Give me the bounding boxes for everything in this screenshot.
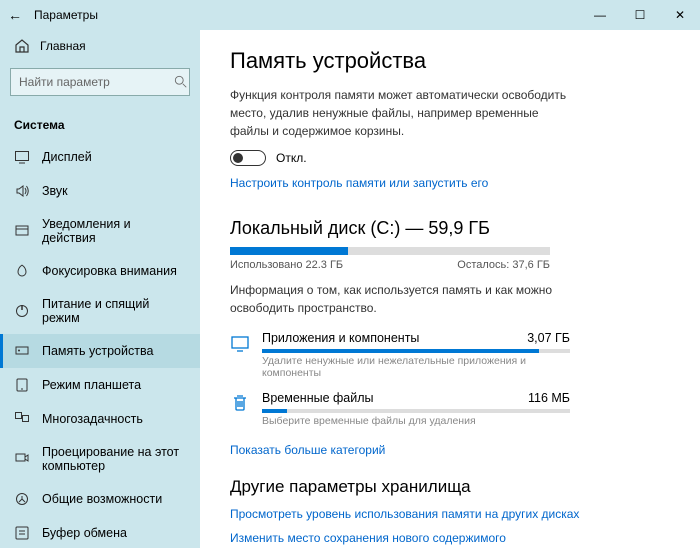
sidebar-item-9[interactable]: Общие возможности [0, 482, 200, 516]
nav-icon [14, 491, 30, 507]
search-input[interactable] [19, 75, 174, 89]
category-size: 116 МБ [528, 391, 570, 405]
disk-usage-bar [230, 247, 550, 255]
sidebar-item-0[interactable]: Дисплей [0, 140, 200, 174]
storage-sense-toggle[interactable] [230, 150, 266, 166]
home-icon [14, 38, 30, 54]
other-storage-title: Другие параметры хранилища [230, 477, 670, 497]
nav-label: Звук [42, 184, 68, 198]
configure-storage-sense-link[interactable]: Настроить контроль памяти или запустить … [230, 176, 670, 190]
storage-category[interactable]: Приложения и компоненты 3,07 ГБ Удалите не… [230, 331, 570, 389]
sidebar-item-10[interactable]: Буфер обмена [0, 516, 200, 548]
sidebar-item-5[interactable]: Память устройства [0, 334, 200, 368]
content: Память устройства Функция контроля памят… [200, 30, 700, 548]
category-bar [262, 349, 570, 353]
nav-label: Память устройства [42, 344, 153, 358]
back-button[interactable]: ← [0, 7, 30, 23]
nav-label: Многозадачность [42, 412, 143, 426]
category-icon [230, 333, 250, 353]
nav-label: Фокусировка внимания [42, 264, 177, 278]
section-header: Система [0, 106, 200, 140]
search-icon [174, 75, 188, 89]
maximize-button[interactable]: ☐ [620, 0, 660, 30]
sidebar-item-7[interactable]: Многозадачность [0, 402, 200, 436]
nav-label: Питание и спящий режим [42, 297, 186, 325]
nav-icon [14, 303, 30, 319]
category-name: Временные файлы [262, 391, 374, 405]
close-button[interactable]: ✕ [660, 0, 700, 30]
storage-category[interactable]: Временные файлы 116 МБ Выберите временные … [230, 391, 570, 437]
storage-sense-desc: Функция контроля памяти может автоматиче… [230, 86, 570, 140]
sidebar: Главная Система Дисплей Звук Уведомления и… [0, 30, 200, 548]
usage-info: Информация о том, как используется памят… [230, 281, 570, 317]
nav-label: Уведомления и действия [42, 217, 186, 245]
category-hint: Удалите ненужные или нежелательные прило… [262, 355, 570, 379]
disk-used-label: Использовано 22.3 ГБ [230, 259, 343, 271]
sidebar-item-8[interactable]: Проецирование на этот компьютер [0, 436, 200, 482]
sidebar-item-3[interactable]: Фокусировка внимания [0, 254, 200, 288]
nav-label: Буфер обмена [42, 526, 127, 540]
category-hint: Выберите временные файлы для удаления [262, 415, 570, 427]
nav-icon [14, 525, 30, 541]
nav-icon [14, 411, 30, 427]
nav-label: Дисплей [42, 150, 92, 164]
category-name: Приложения и компоненты [262, 331, 419, 345]
show-more-categories-link[interactable]: Показать больше категорий [230, 443, 670, 457]
home-link[interactable]: Главная [0, 30, 200, 62]
page-title: Память устройства [230, 48, 670, 74]
sidebar-item-4[interactable]: Питание и спящий режим [0, 288, 200, 334]
category-icon [230, 393, 250, 413]
sidebar-item-1[interactable]: Звук [0, 174, 200, 208]
toggle-label: Откл. [276, 151, 307, 165]
sidebar-item-2[interactable]: Уведомления и действия [0, 208, 200, 254]
nav-icon [14, 343, 30, 359]
nav-icon [14, 451, 30, 467]
nav-label: Режим планшета [42, 378, 141, 392]
title-bar: ← Параметры — ☐ ✕ [0, 0, 700, 30]
disk-remaining-label: Осталось: 37,6 ГБ [457, 259, 550, 271]
sidebar-item-6[interactable]: Режим планшета [0, 368, 200, 402]
nav-icon [14, 223, 30, 239]
nav-icon [14, 377, 30, 393]
nav-label: Проецирование на этот компьютер [42, 445, 186, 473]
nav-icon [14, 149, 30, 165]
other-storage-link-0[interactable]: Просмотреть уровень использования памяти… [230, 507, 670, 521]
home-label: Главная [40, 39, 86, 53]
nav-icon [14, 263, 30, 279]
search-box[interactable] [10, 68, 190, 96]
nav-icon [14, 183, 30, 199]
disk-title: Локальный диск (C:) — 59,9 ГБ [230, 218, 670, 239]
category-size: 3,07 ГБ [527, 331, 570, 345]
minimize-button[interactable]: — [580, 0, 620, 30]
window-title: Параметры [30, 8, 580, 22]
other-storage-link-1[interactable]: Изменить место сохранения нового содержи… [230, 531, 670, 545]
category-bar [262, 409, 570, 413]
nav-label: Общие возможности [42, 492, 162, 506]
